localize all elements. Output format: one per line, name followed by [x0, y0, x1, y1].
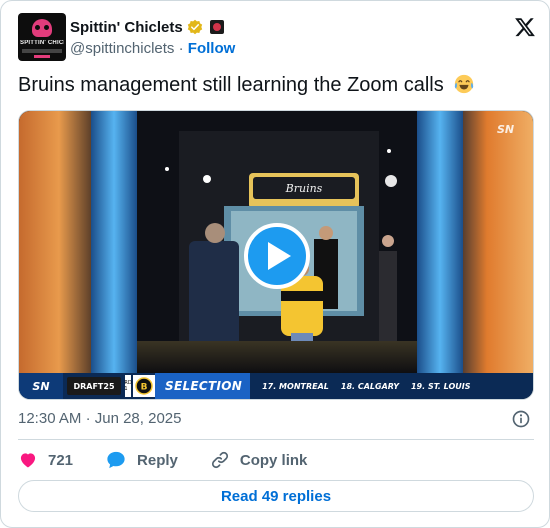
like-count: 721: [48, 451, 74, 469]
name-line: Spittin' Chiclets: [70, 18, 224, 36]
follow-button[interactable]: Follow: [188, 40, 236, 57]
reply-button[interactable]: Reply: [105, 450, 178, 470]
tweet-timestamp[interactable]: 12:30 AM · Jun 28, 2025: [18, 410, 181, 427]
tweet-date: Jun 28, 2025: [94, 410, 182, 427]
handle-separator: ·: [178, 40, 184, 57]
info-icon[interactable]: [511, 409, 531, 429]
svg-text:B: B: [141, 383, 148, 393]
read-replies-button[interactable]: Read 49 replies: [18, 480, 534, 512]
copy-link-label: Copy link: [239, 451, 308, 469]
tweet-time: 12:30 AM: [18, 410, 82, 427]
network-watermark-text: SN: [497, 123, 514, 136]
copy-link-button[interactable]: Copy link: [210, 450, 308, 470]
bruins-logo-icon: B: [133, 375, 155, 397]
speech-bubble-icon: [107, 451, 125, 469]
tweet-embed-card: SPITTIN' CHICLETS Spittin' Chiclets @spi…: [0, 0, 550, 528]
ticker-pick-3: 19. ST. LOUIS: [410, 381, 471, 391]
ticker-pick-2: 18. CALGARY: [340, 381, 399, 391]
tweet-text-body: Bruins management still learning the Zoo…: [18, 74, 444, 96]
affiliate-badge-icon: [209, 20, 224, 34]
handle[interactable]: @spittinchiclets: [70, 40, 174, 57]
timestamp-separator: ·: [85, 410, 91, 427]
avatar[interactable]: SPITTIN' CHICLETS: [18, 13, 66, 61]
display-name[interactable]: Spittin' Chiclets: [70, 19, 183, 36]
divider: [18, 439, 534, 440]
x-logo-icon[interactable]: [514, 16, 536, 38]
screen-logo-text: Bruins: [285, 182, 323, 195]
action-bar: 721 Reply Copy link: [18, 449, 339, 471]
like-button[interactable]: 721: [18, 450, 73, 470]
avatar-text: SPITTIN' CHICLETS: [20, 40, 64, 46]
ticker-selection-label: SELECTION: [155, 373, 251, 399]
verified-badge-icon: [187, 19, 202, 35]
tears-of-joy-emoji-icon: [455, 74, 474, 94]
play-icon: [268, 242, 291, 270]
broadcast-ticker: SN DRAFT25 RD 1 B SELECTION 17. MONTREAL…: [19, 373, 533, 399]
reply-label: Reply: [137, 451, 178, 469]
video-player[interactable]: Bruins SN SN DRAFT25 RD 1 B SELECTION 17…: [18, 110, 534, 400]
link-icon: [211, 451, 228, 469]
ticker-pick-1: 17. MONTREAL: [262, 381, 329, 391]
play-button[interactable]: [244, 223, 310, 289]
ticker-event: DRAFT25: [67, 377, 121, 395]
ticker-network: SN: [19, 373, 63, 399]
ticker-round: RD 1: [124, 375, 132, 397]
handle-line: @spittinchiclets · Follow: [70, 40, 235, 57]
tweet-header: SPITTIN' CHICLETS Spittin' Chiclets @spi…: [18, 13, 538, 63]
heart-icon: [20, 453, 36, 468]
tweet-text: Bruins management still learning the Zoo…: [18, 72, 534, 98]
